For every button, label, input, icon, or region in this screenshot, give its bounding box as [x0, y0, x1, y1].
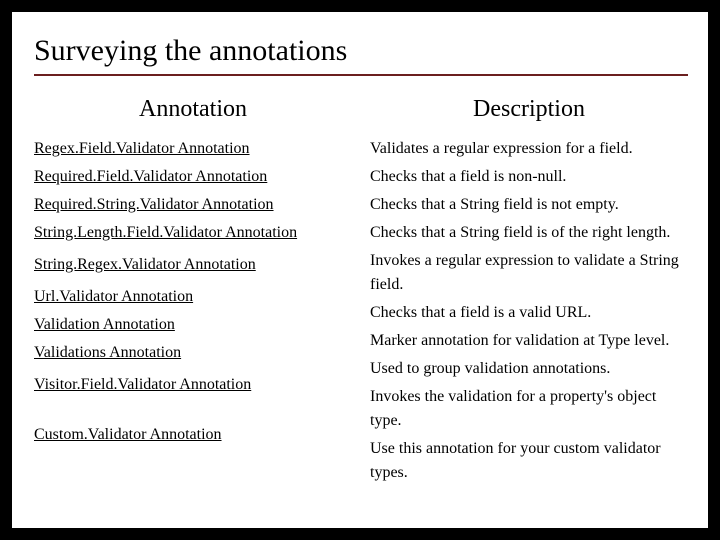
title-area: Surveying the annotations [12, 12, 708, 80]
description-text: Invokes the validation for a property's … [370, 383, 688, 435]
description-text: Validates a regular expression for a fie… [370, 135, 688, 163]
description-text: Used to group validation annotations. [370, 355, 688, 383]
annotation-link[interactable]: Visitor.Field.Validator Annotation [34, 371, 352, 399]
description-text: Checks that a String field is not empty. [370, 191, 688, 219]
annotation-link[interactable]: Required.String.Validator Annotation [34, 191, 352, 219]
annotation-column: Regex.Field.Validator Annotation Require… [34, 135, 352, 487]
description-text: Use this annotation for your custom vali… [370, 435, 688, 487]
description-text: Checks that a field is a valid URL. [370, 299, 688, 327]
annotation-link[interactable]: Regex.Field.Validator Annotation [34, 135, 352, 163]
description-column: Validates a regular expression for a fie… [370, 135, 688, 487]
annotation-link[interactable]: Required.Field.Validator Annotation [34, 163, 352, 191]
annotation-link[interactable]: Custom.Validator Annotation [34, 421, 352, 449]
annotation-link[interactable]: Validation Annotation [34, 311, 352, 339]
title-rule [34, 74, 688, 76]
slide: Surveying the annotations Annotation Des… [12, 12, 708, 528]
slide-title: Surveying the annotations [34, 34, 698, 68]
annotation-link[interactable]: Url.Validator Annotation [34, 283, 352, 311]
annotation-link[interactable]: String.Length.Field.Validator Annotation [34, 219, 352, 247]
description-text: Checks that a field is non-null. [370, 163, 688, 191]
annotation-link[interactable]: String.Regex.Validator Annotation [34, 251, 352, 279]
description-text: Invokes a regular expression to validate… [370, 247, 688, 299]
column-header-description: Description [370, 96, 688, 123]
content-grid: Annotation Description Regex.Field.Valid… [12, 80, 708, 487]
column-header-annotation: Annotation [34, 96, 352, 123]
description-text: Checks that a String field is of the rig… [370, 219, 688, 247]
annotation-link[interactable]: Validations Annotation [34, 339, 352, 367]
description-text: Marker annotation for validation at Type… [370, 327, 688, 355]
